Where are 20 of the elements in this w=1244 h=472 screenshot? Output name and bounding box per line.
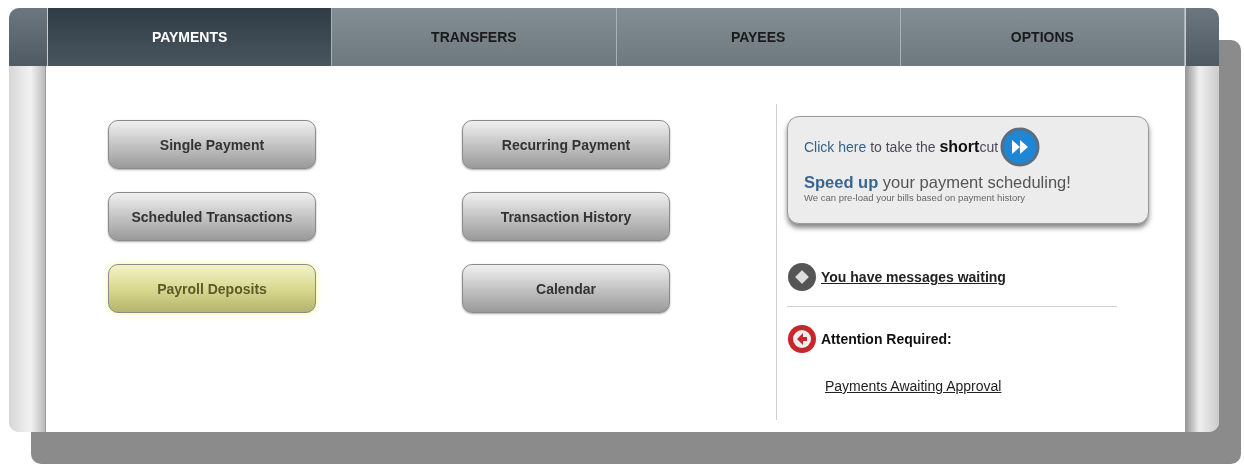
tab[interactable]: OPTIONS <box>900 8 1185 66</box>
promo-text: Click here to take the shortcut <box>804 138 999 156</box>
menu-button[interactable]: Calendar <box>462 264 670 313</box>
tab[interactable]: PAYMENTS <box>48 8 333 66</box>
menu-button[interactable]: Payroll Deposits <box>108 264 316 313</box>
menu-button[interactable]: Single Payment <box>108 120 316 169</box>
alert-icon <box>787 324 817 354</box>
menu-button[interactable]: Recurring Payment <box>462 120 670 169</box>
click-here-link[interactable]: Click here <box>804 139 867 155</box>
tab[interactable]: TRANSFERS <box>332 8 617 66</box>
fast-forward-icon[interactable] <box>1000 127 1041 167</box>
shortcut-card[interactable]: Click here to take the shortcut Speed up your payment scheduling! We can pre-load your bills based on payment history <box>787 116 1149 224</box>
tab[interactable]: PAYEES <box>616 8 901 66</box>
messages-link[interactable]: You have messages waiting <box>821 269 1006 285</box>
attention-title: Attention Required: <box>821 331 952 347</box>
promo-note: We can pre-load your bills based on payment history <box>804 192 1027 203</box>
menu-button[interactable]: Scheduled Transactions <box>108 192 316 241</box>
promo-headline: Speed up your payment scheduling! <box>804 173 1072 192</box>
menu-button[interactable]: Transaction History <box>462 192 670 241</box>
approval-link[interactable]: Payments Awaiting Approval <box>825 378 1002 394</box>
